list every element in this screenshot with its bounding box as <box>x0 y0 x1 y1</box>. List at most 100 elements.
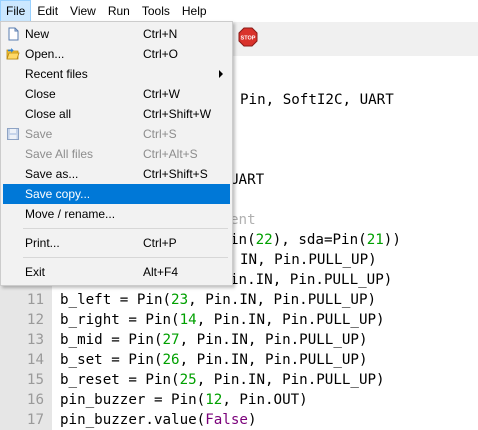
code-token: pin_buzzer = Pin( <box>60 392 206 408</box>
code-text: pin_buzzer = Pin(12, Pin.OUT) <box>60 390 308 410</box>
code-token: 14 <box>179 312 197 328</box>
code-token: , Pin.IN, Pin.PULL_UP) <box>196 312 385 328</box>
menu-item-move-rename[interactable]: Move / rename... <box>3 204 230 224</box>
code-token: 22 <box>255 232 273 248</box>
menu-item-exit[interactable]: Exit Alt+F4 <box>3 262 230 282</box>
code-token: b_reset = Pin( <box>60 372 180 388</box>
menu-bar: File Edit View Run Tools Help <box>0 0 478 22</box>
code-token: b_set = Pin( <box>60 352 163 368</box>
code-token: , Pin.IN, Pin.PULL_UP) <box>179 352 368 368</box>
code-token: ) <box>247 412 257 428</box>
menu-item-save: Save Ctrl+S <box>3 124 230 144</box>
menu-item-shortcut: Alt+F4 <box>143 265 179 279</box>
menu-view[interactable]: View <box>64 0 102 22</box>
menu-item-label: Recent files <box>25 67 88 81</box>
menu-item-label: Move / rename... <box>25 207 116 221</box>
menu-item-shortcut: Ctrl+P <box>143 236 177 250</box>
code-text: b_set = Pin(26, Pin.IN, Pin.PULL_UP) <box>60 350 368 370</box>
menu-item-shortcut: Ctrl+Alt+S <box>143 147 198 161</box>
code-token: 26 <box>162 352 180 368</box>
code-token: 12 <box>205 392 223 408</box>
code-text: in(22), sda=Pin(21)) <box>230 230 401 250</box>
menu-tools[interactable]: Tools <box>136 0 176 22</box>
save-icon <box>7 128 19 140</box>
menu-separator <box>23 257 228 258</box>
line-number: 17 <box>26 412 44 428</box>
menu-item-save-as[interactable]: Save as... Ctrl+Shift+S <box>3 164 230 184</box>
menu-edit[interactable]: Edit <box>31 0 64 22</box>
code-token: in.IN, Pin.PULL_UP) <box>230 272 393 288</box>
code-token: , Pin.IN, Pin.PULL_UP) <box>196 372 385 388</box>
menu-item-recent-files[interactable]: Recent files <box>3 64 230 84</box>
code-token: 25 <box>179 372 197 388</box>
menu-item-label: Open... <box>25 47 65 61</box>
code-token: , Pin.OUT) <box>222 392 308 408</box>
open-folder-icon <box>6 48 20 60</box>
code-text: ent <box>230 210 256 230</box>
code-token: IN, Pin.PULL_UP) <box>240 252 377 268</box>
menu-run[interactable]: Run <box>102 0 136 22</box>
menu-item-print[interactable]: Print... Ctrl+P <box>3 233 230 253</box>
menu-item-new[interactable]: New Ctrl+N <box>3 24 230 44</box>
line-number: 13 <box>26 332 44 348</box>
code-token: 23 <box>171 292 189 308</box>
menu-help[interactable]: Help <box>176 0 213 22</box>
line-number: 16 <box>26 392 44 408</box>
code-token: pin_buzzer.value( <box>60 412 206 428</box>
menu-item-label: Close <box>25 87 56 101</box>
file-menu-dropdown: New Ctrl+N Open... Ctrl+O Recent files C… <box>0 21 233 286</box>
line-number: 15 <box>26 372 44 388</box>
code-token: 21 <box>366 232 384 248</box>
line-number: 12 <box>26 312 44 328</box>
menu-item-open[interactable]: Open... Ctrl+O <box>3 44 230 64</box>
menu-file[interactable]: File <box>0 0 32 22</box>
menu-item-label: Save <box>25 127 53 141</box>
menu-separator <box>23 228 228 229</box>
new-file-icon <box>8 27 19 41</box>
code-token: 27 <box>162 332 180 348</box>
stop-icon[interactable]: STOP <box>238 27 258 47</box>
code-token: Pin, SoftI2C, UART <box>240 92 394 108</box>
code-token: ent <box>230 212 256 228</box>
code-token: , Pin.IN, Pin.PULL_UP) <box>179 332 368 348</box>
code-token: b_mid = Pin( <box>60 332 163 348</box>
menu-item-shortcut: Ctrl+O <box>143 47 179 61</box>
menu-item-save-copy[interactable]: Save copy... <box>3 184 230 204</box>
menu-item-label: Save All files <box>25 147 94 161</box>
code-token: )) <box>383 232 401 248</box>
menu-item-label: Save copy... <box>25 187 91 201</box>
code-token: in( <box>230 232 256 248</box>
code-token: ), sda=Pin( <box>272 232 367 248</box>
menu-item-shortcut: Ctrl+W <box>143 87 180 101</box>
menu-item-label: Exit <box>25 265 46 279</box>
code-text: b_left = Pin(23, Pin.IN, Pin.PULL_UP) <box>60 290 376 310</box>
code-text: UART <box>230 170 264 190</box>
code-text: IN, Pin.PULL_UP) <box>240 250 377 270</box>
menu-item-save-all: Save All files Ctrl+Alt+S <box>3 144 230 164</box>
code-text: b_reset = Pin(25, Pin.IN, Pin.PULL_UP) <box>60 370 385 390</box>
submenu-arrow-icon <box>219 70 223 78</box>
menu-item-close-all[interactable]: Close all Ctrl+Shift+W <box>3 104 230 124</box>
menu-item-label: Save as... <box>25 167 79 181</box>
line-number: 11 <box>26 292 44 308</box>
code-text: Pin, SoftI2C, UART <box>240 90 394 110</box>
code-token: False <box>205 412 248 428</box>
code-token: b_left = Pin( <box>60 292 172 308</box>
code-text: b_right = Pin(14, Pin.IN, Pin.PULL_UP) <box>60 310 385 330</box>
code-token: b_right = Pin( <box>60 312 180 328</box>
menu-item-close[interactable]: Close Ctrl+W <box>3 84 230 104</box>
code-token: , Pin.IN, Pin.PULL_UP) <box>188 292 377 308</box>
code-text: pin_buzzer.value(False) <box>60 410 256 430</box>
menu-item-shortcut: Ctrl+S <box>143 127 177 141</box>
svg-text:STOP: STOP <box>241 36 256 42</box>
menu-item-label: New <box>25 27 50 41</box>
code-text: in.IN, Pin.PULL_UP) <box>230 270 392 290</box>
menu-item-label: Close all <box>25 107 72 121</box>
menu-item-label: Print... <box>25 236 60 250</box>
code-token: UART <box>230 172 265 188</box>
menu-item-shortcut: Ctrl+Shift+S <box>143 167 208 181</box>
menu-item-shortcut: Ctrl+Shift+W <box>143 107 212 121</box>
menu-item-shortcut: Ctrl+N <box>143 27 178 41</box>
line-number: 14 <box>26 352 44 368</box>
code-text: b_mid = Pin(27, Pin.IN, Pin.PULL_UP) <box>60 330 368 350</box>
